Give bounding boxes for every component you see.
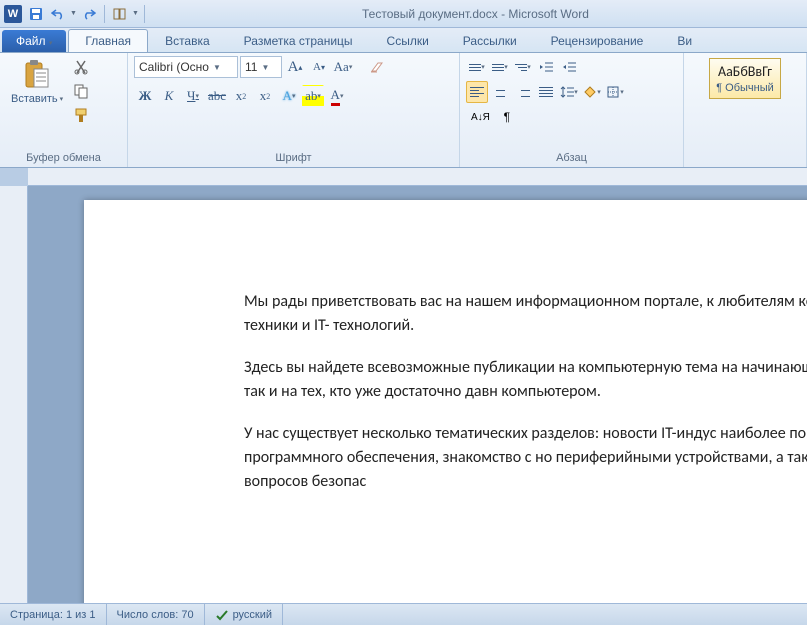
group-paragraph: ▾ ▾ ▾ ▾ ▾ ▾ А↓Я ¶ [460, 53, 684, 167]
show-marks-button[interactable]: ¶ [496, 106, 518, 128]
undo-button[interactable] [48, 4, 68, 24]
status-page[interactable]: Страница: 1 из 1 [0, 604, 107, 625]
style-name: ¶ Обычный [716, 82, 774, 94]
style-sample: АаБбВвГг [718, 63, 772, 80]
font-group-label: Шрифт [134, 150, 453, 167]
italic-button[interactable]: К [158, 85, 180, 107]
ribbon: Вставить▾ Буфер обмена Calibri (Осно▼ 11… [0, 53, 807, 168]
group-font: Calibri (Осно▼ 11▼ A▴ A▾ Aa▾ Ж К Ч▾ abc … [128, 53, 460, 167]
styles-group-label [690, 150, 800, 167]
paragraph-1[interactable]: Мы рады приветствовать вас на нашем инфо… [244, 290, 807, 338]
font-size-value: 11 [245, 60, 257, 74]
workspace: Мы рады приветствовать вас на нашем инфо… [0, 168, 807, 603]
status-language[interactable]: русский [205, 604, 283, 625]
format-painter-button[interactable] [70, 104, 92, 126]
horizontal-ruler[interactable] [28, 168, 807, 186]
strike-button[interactable]: abc [206, 85, 228, 107]
sort-button[interactable]: А↓Я [466, 106, 495, 128]
bullets-button[interactable]: ▾ [466, 56, 488, 78]
borders-button[interactable]: ▾ [604, 81, 626, 103]
underline-label: Ч [187, 88, 195, 104]
page[interactable]: Мы рады приветствовать вас на нашем инфо… [84, 200, 807, 603]
title-sep: - [498, 7, 509, 21]
tab-view-cut[interactable]: Ви [660, 29, 709, 52]
align-right-button[interactable] [512, 81, 534, 103]
status-bar: Страница: 1 из 1 Число слов: 70 русский [0, 603, 807, 625]
app-name: Microsoft Word [508, 7, 588, 21]
status-language-label: русский [233, 609, 272, 621]
window-title: Тестовый документ.docx - Microsoft Word [148, 7, 803, 21]
status-words[interactable]: Число слов: 70 [107, 604, 205, 625]
document-area[interactable]: Мы рады приветствовать вас на нашем инфо… [28, 186, 807, 603]
cut-button[interactable] [70, 56, 92, 78]
align-left-button[interactable] [466, 81, 488, 103]
ribbon-tabs: Файл ▾ Главная Вставка Разметка страницы… [0, 28, 807, 53]
vertical-ruler[interactable] [0, 186, 28, 603]
redo-button[interactable] [79, 4, 99, 24]
file-tab[interactable]: Файл ▾ [2, 30, 66, 52]
copy-button[interactable] [70, 80, 92, 102]
qat-customize[interactable]: ▼ [132, 10, 139, 17]
bold-button[interactable]: Ж [134, 85, 156, 107]
tab-home[interactable]: Главная [68, 29, 148, 52]
pilcrow-label: ¶ [504, 110, 510, 124]
qat-extra-button[interactable] [110, 4, 130, 24]
shrink-font-label: A [313, 61, 321, 73]
highlight-label: ab [305, 88, 317, 104]
save-button[interactable] [26, 4, 46, 24]
qat-separator [104, 5, 105, 23]
title-bar: W ▼ ▼ Тестовый документ.docx - Microsoft… [0, 0, 807, 28]
word-app-icon: W [4, 5, 22, 23]
case-label: Aa [334, 59, 349, 75]
text-effects-button[interactable]: A▾ [278, 85, 300, 107]
paste-button[interactable]: Вставить▾ [6, 56, 68, 108]
effects-label: A [283, 88, 292, 104]
undo-dropdown[interactable]: ▼ [70, 10, 77, 17]
grow-font-label: A [288, 59, 299, 76]
sort-label: А↓Я [471, 112, 490, 123]
font-color-button[interactable]: A▾ [326, 85, 348, 107]
subscript-button[interactable]: x2 [230, 85, 252, 107]
align-center-button[interactable] [489, 81, 511, 103]
qat-separator-2 [144, 5, 145, 23]
line-spacing-button[interactable]: ▾ [558, 81, 580, 103]
multilevel-button[interactable]: ▾ [512, 56, 534, 78]
paragraph-2[interactable]: Здесь вы найдете всевозможные публикации… [244, 356, 807, 404]
font-family-value: Calibri (Осно [139, 60, 209, 74]
grow-font-button[interactable]: A▴ [284, 56, 306, 78]
doc-name: Тестовый документ.docx [362, 7, 498, 21]
tab-review[interactable]: Рецензирование [534, 29, 661, 52]
justify-button[interactable] [535, 81, 557, 103]
paste-icon [21, 59, 53, 91]
group-styles: АаБбВвГг ¶ Обычный [684, 53, 807, 167]
superscript-button[interactable]: x2 [254, 85, 276, 107]
highlight-button[interactable]: ab▾ [302, 85, 324, 107]
style-normal[interactable]: АаБбВвГг ¶ Обычный [709, 58, 781, 99]
tab-page-layout[interactable]: Разметка страницы [227, 29, 370, 52]
spellcheck-icon [215, 608, 229, 622]
group-clipboard: Вставить▾ Буфер обмена [0, 53, 128, 167]
increase-indent-button[interactable] [558, 56, 580, 78]
quick-access-toolbar: ▼ ▼ [26, 4, 148, 24]
paragraph-3[interactable]: У нас существует несколько тематических … [244, 422, 807, 494]
file-tab-label: Файл [16, 34, 46, 48]
shading-button[interactable]: ▾ [581, 81, 603, 103]
paragraph-group-label: Абзац [466, 150, 677, 167]
tab-references[interactable]: Ссылки [370, 29, 446, 52]
tab-mailings[interactable]: Рассылки [446, 29, 534, 52]
clear-formatting-button[interactable] [366, 56, 388, 78]
clipboard-group-label: Буфер обмена [6, 150, 121, 167]
font-family-combo[interactable]: Calibri (Осно▼ [134, 56, 238, 78]
underline-button[interactable]: Ч▾ [182, 85, 204, 107]
color-label: A [331, 87, 340, 106]
shrink-font-button[interactable]: A▾ [308, 56, 330, 78]
paste-label: Вставить [11, 93, 58, 105]
numbering-button[interactable]: ▾ [489, 56, 511, 78]
font-size-combo[interactable]: 11▼ [240, 56, 282, 78]
decrease-indent-button[interactable] [535, 56, 557, 78]
change-case-button[interactable]: Aa▾ [332, 56, 354, 78]
tab-insert[interactable]: Вставка [148, 29, 227, 52]
